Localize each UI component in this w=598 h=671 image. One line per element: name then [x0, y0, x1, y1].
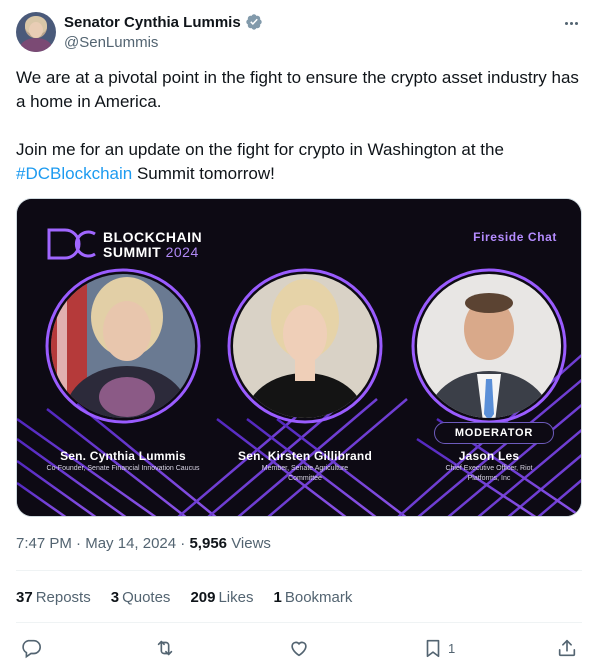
repost-button[interactable]: [154, 636, 176, 660]
reply-button[interactable]: [20, 636, 42, 660]
reply-icon: [22, 639, 41, 659]
tweet-text: We are at a pivotal point in the fight t…: [16, 66, 582, 186]
speaker-1-role: Co-Founder, Senate Financial Innovation …: [46, 465, 200, 472]
likes-stat[interactable]: 209 Likes: [190, 589, 253, 606]
bookmark-icon: [426, 639, 440, 658]
author-name[interactable]: Senator Cynthia Lummis: [64, 14, 241, 31]
tweet-meta: 7:47 PM · May 14, 2024 · 5,956 Views: [16, 535, 271, 552]
tweet-header: Senator Cynthia Lummis @SenLummis: [16, 12, 582, 56]
speaker-3-name: Jason Les: [458, 449, 520, 463]
bookmark-count: 1: [448, 640, 456, 656]
speaker-2-name: Sen. Kirsten Gillibrand: [238, 449, 372, 463]
repost-icon: [157, 640, 173, 656]
quotes-stat[interactable]: 3 Quotes: [111, 589, 171, 606]
share-button[interactable]: [556, 636, 578, 660]
bookmark-button[interactable]: 1: [422, 636, 455, 660]
views-label: Views: [231, 535, 271, 552]
session-label: Fireside Chat: [473, 230, 557, 244]
reposts-stat[interactable]: 37 Reposts: [16, 589, 91, 606]
author-handle[interactable]: @SenLummis: [64, 34, 158, 51]
tweet-paragraph-2: Join me for an update on the fight for c…: [16, 140, 504, 183]
tweet-date[interactable]: May 14, 2024: [85, 535, 176, 552]
speaker-1-name: Sen. Cynthia Lummis: [60, 449, 186, 463]
engagement-stats: 37 Reposts 3 Quotes 209 Likes 1 Bookmark: [16, 589, 372, 606]
speaker-2-role: Member, Senate Agriculture Committee: [261, 465, 349, 482]
author-avatar[interactable]: [16, 12, 56, 52]
speaker-3-role: Chief Executive Officer, Riot Platforms,…: [445, 465, 533, 482]
moderator-badge: MODERATOR: [434, 422, 554, 444]
verified-badge-icon: [246, 14, 262, 30]
more-options-icon[interactable]: [560, 14, 582, 32]
share-icon: [558, 639, 576, 657]
like-button[interactable]: [288, 636, 310, 660]
views-count: 5,956: [189, 535, 228, 552]
tweet-paragraph-1: We are at a pivotal point in the fight t…: [16, 68, 579, 111]
author-name-row: Senator Cynthia Lummis: [64, 13, 263, 31]
heart-icon: [291, 641, 307, 657]
divider: [16, 622, 582, 623]
bookmarks-stat[interactable]: 1 Bookmark: [274, 589, 353, 606]
divider: [16, 570, 582, 571]
tweet-time[interactable]: 7:47 PM: [16, 535, 72, 552]
hashtag-link[interactable]: #DCBlockchain: [16, 164, 132, 183]
tweet-media-image[interactable]: BLOCKCHAIN SUMMIT 2024 Fireside Chat Sen…: [16, 198, 582, 517]
event-logo-text: BLOCKCHAIN SUMMIT 2024: [103, 229, 203, 260]
action-bar: 1: [16, 636, 582, 662]
